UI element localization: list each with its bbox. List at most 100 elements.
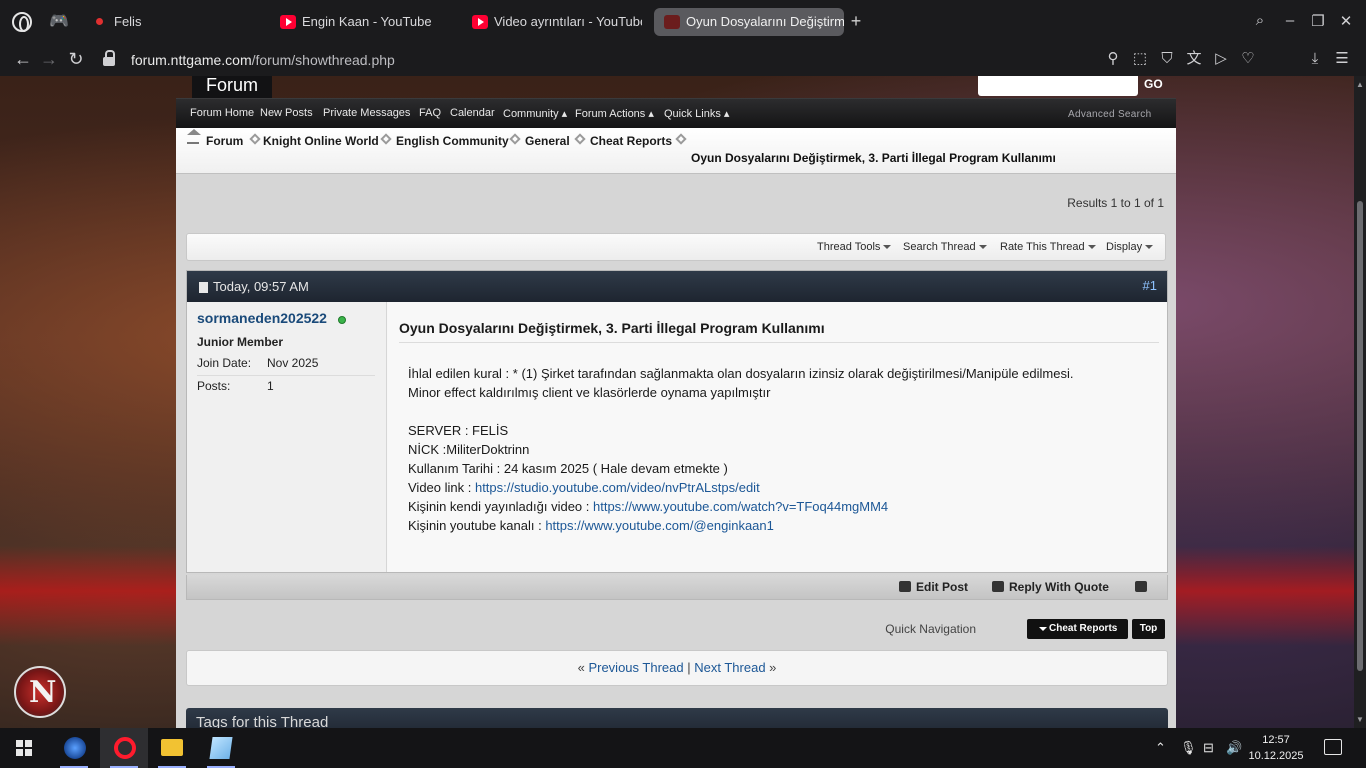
tab-oyun-dosyalari[interactable]: Oyun Dosyalarını Değiştirmek (654, 8, 844, 36)
search-input[interactable] (978, 76, 1138, 96)
heart-icon[interactable]: ♡ (1237, 48, 1259, 70)
tags-section-header: Tags for this Thread (186, 708, 1168, 728)
nav-community[interactable]: Community ▴ (503, 107, 567, 120)
advanced-search-link[interactable]: Advanced Search (1068, 109, 1151, 120)
volume-icon[interactable]: 🔊 (1226, 740, 1242, 756)
quick-navigation-label: Quick Navigation (885, 622, 976, 636)
network-icon[interactable]: ⊟ (1203, 740, 1214, 756)
opera-menu-icon[interactable] (12, 12, 32, 32)
taskbar-app-opera[interactable] (100, 728, 148, 768)
multi-quote-button[interactable] (1135, 580, 1152, 594)
scroll-down-icon[interactable]: ▼ (1356, 715, 1364, 724)
back-icon[interactable]: ← (11, 47, 35, 71)
user-info-panel: sormaneden202522 Junior Member Join Date… (187, 302, 387, 572)
taskbar-app-cortana[interactable] (50, 728, 98, 768)
reload-icon[interactable]: ↻ (64, 47, 88, 71)
nav-forum-home[interactable]: Forum Home (190, 107, 254, 119)
breadcrumb-english-community[interactable]: English Community (396, 134, 509, 148)
post-number-link[interactable]: #1 (1143, 278, 1157, 293)
studio-video-link[interactable]: https://studio.youtube.com/video/nvPtrAL… (475, 480, 760, 495)
close-icon[interactable]: ✕ (1336, 12, 1356, 30)
nav-private-messages[interactable]: Private Messages (323, 107, 410, 119)
new-tab-button[interactable]: + (847, 12, 865, 31)
pin-icon[interactable]: ⚲ (1102, 48, 1124, 70)
search-tabs-icon[interactable]: ⌕ (1250, 12, 1270, 29)
breadcrumb-separator-icon (574, 133, 586, 145)
breadcrumb-general[interactable]: General (525, 134, 570, 148)
post: Today, 09:57 AM #1 sormaneden202522 Juni… (186, 270, 1168, 573)
nav-calendar[interactable]: Calendar (450, 107, 495, 119)
minimize-icon[interactable]: – (1280, 12, 1300, 29)
shield-icon[interactable]: ⛉ (1156, 48, 1178, 70)
translate-icon[interactable]: 文 (1183, 48, 1205, 70)
post-line: NİCK :MiliterDoktrinn (408, 442, 530, 457)
search-thread-menu[interactable]: Search Thread (903, 241, 987, 253)
page-viewport: Forum GO Forum Home New Posts Private Me… (0, 76, 1354, 728)
post-line-own-video: Kişinin kendi yayınladığı video : https:… (408, 497, 1073, 516)
display-menu[interactable]: Display (1106, 241, 1153, 253)
gamepad-icon[interactable]: 🎮 (48, 11, 70, 33)
nttgame-logo[interactable] (14, 666, 66, 718)
breadcrumb-forum[interactable]: Forum (206, 134, 243, 148)
notification-center-icon[interactable] (1324, 739, 1342, 755)
clock-date: 10.12.2025 (1248, 750, 1304, 762)
tab-engin-kaan-youtube[interactable]: Engin Kaan - YouTube (270, 8, 450, 36)
taskbar-app-notes[interactable] (197, 728, 245, 768)
post-line: Kullanım Tarihi : 24 kasım 2025 ( Hale d… (408, 461, 728, 476)
go-button[interactable]: GO (1140, 76, 1167, 96)
microphone-icon[interactable]: 🎙 (1180, 740, 1197, 756)
edit-post-button[interactable]: Edit Post (899, 580, 968, 594)
pencil-icon (899, 581, 911, 592)
taskbar-clock[interactable]: 12:57 10.12.2025 (1248, 732, 1304, 764)
snapshot-icon[interactable]: ⬚ (1129, 48, 1151, 70)
easy-setup-icon[interactable]: ☰ (1331, 48, 1353, 70)
nav-forum-actions[interactable]: Forum Actions ▴ (575, 107, 654, 120)
youtube-channel-link[interactable]: https://www.youtube.com/@enginkaan1 (545, 518, 774, 533)
rate-thread-menu[interactable]: Rate This Thread (1000, 241, 1096, 253)
maximize-icon[interactable]: ❐ (1308, 12, 1328, 30)
nav-faq[interactable]: FAQ (419, 107, 441, 119)
edit-post-label: Edit Post (916, 580, 969, 594)
taskbar-app-file-explorer[interactable] (148, 728, 196, 768)
folder-icon (161, 739, 183, 756)
scroll-up-icon[interactable]: ▲ (1356, 80, 1364, 89)
join-date-row: Join Date: Nov 2025 (197, 356, 375, 376)
thread-tools-menu[interactable]: Thread Tools (817, 241, 891, 253)
quick-navigation-select[interactable]: Cheat Reports (1027, 619, 1128, 639)
tray-chevron-icon[interactable]: ⌃ (1155, 740, 1166, 756)
scrollbar-thumb[interactable] (1357, 201, 1363, 671)
tags-title: Tags for this Thread (196, 714, 329, 728)
breadcrumb: Forum Knight Online World English Commun… (176, 128, 1176, 174)
forum-tab[interactable]: Forum (192, 76, 273, 98)
windows-start-icon[interactable] (16, 740, 32, 756)
download-icon[interactable]: ⤓ (1304, 48, 1326, 70)
reply-with-quote-button[interactable]: Reply With Quote (992, 580, 1109, 594)
notes-icon (209, 737, 233, 759)
reply-with-quote-label: Reply With Quote (1009, 580, 1109, 594)
play-icon[interactable]: ▷ (1210, 48, 1232, 70)
post-line: İhlal edilen kural : * (1) Şirket tarafı… (408, 366, 1074, 381)
clock-time: 12:57 (1262, 734, 1290, 746)
page-scrollbar[interactable]: ▲ ▼ (1354, 76, 1366, 728)
next-thread-link[interactable]: Next Thread (694, 660, 765, 675)
nav-new-posts[interactable]: New Posts (260, 107, 313, 119)
tab-video-details[interactable]: Video ayrıntıları - YouTube (462, 8, 642, 36)
breadcrumb-cheat-reports[interactable]: Cheat Reports (590, 134, 672, 148)
results-count: Results 1 to 1 of 1 (1067, 196, 1164, 210)
lock-icon[interactable] (103, 50, 115, 68)
tab-felis[interactable]: Felis (82, 8, 262, 36)
top-button[interactable]: Top (1132, 619, 1165, 639)
forum-content: Forum Knight Online World English Commun… (176, 128, 1176, 728)
home-icon[interactable] (187, 129, 201, 144)
felis-favicon-icon (92, 15, 108, 29)
forward-icon[interactable]: → (37, 47, 61, 71)
username-link[interactable]: sormaneden202522 (197, 310, 327, 326)
youtube-favicon-icon (280, 15, 296, 29)
breadcrumb-knight-online-world[interactable]: Knight Online World (263, 134, 379, 148)
url-domain: forum.nttgame.com (131, 52, 252, 68)
youtube-video-link[interactable]: https://www.youtube.com/watch?v=TFoq44mg… (593, 499, 888, 514)
url-field[interactable]: forum.nttgame.com/forum/showthread.php (131, 48, 395, 72)
multi-quote-icon (1135, 581, 1147, 592)
previous-thread-link[interactable]: Previous Thread (588, 660, 683, 675)
nav-quick-links[interactable]: Quick Links ▴ (664, 107, 729, 120)
